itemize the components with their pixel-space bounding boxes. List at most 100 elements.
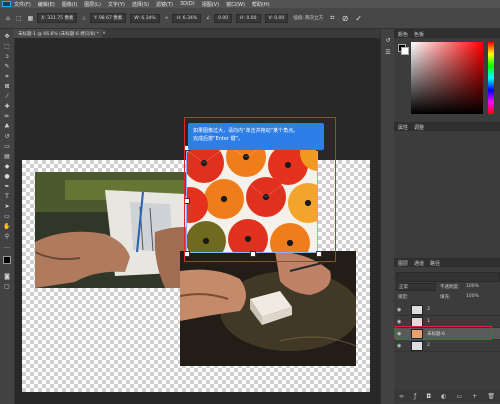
options-bar: ⌂ ⬚ ▦ X: 331.75 像素 △ Y: 98.67 像素 W: 6.34… bbox=[0, 8, 500, 29]
lasso-tool-icon[interactable]: ↄ bbox=[3, 53, 11, 61]
panel-background-swatch[interactable] bbox=[401, 47, 409, 55]
mask-icon[interactable]: ◘ bbox=[426, 393, 431, 400]
layer-name: 3 bbox=[427, 307, 430, 312]
marquee-tool-icon[interactable]: ⬚ bbox=[3, 43, 11, 51]
opacity-value[interactable]: 100% bbox=[466, 284, 479, 289]
eyedropper-tool-icon[interactable]: ⁄ bbox=[3, 93, 11, 101]
layer-thumbnail bbox=[411, 340, 423, 351]
screen-mode-icon[interactable]: ▢ bbox=[3, 283, 11, 291]
color-panel-header bbox=[394, 29, 500, 38]
color-picker-field[interactable] bbox=[411, 42, 483, 114]
menu-file[interactable]: 文件(F) bbox=[14, 1, 31, 8]
v-skew-field[interactable]: V: 0.00 bbox=[264, 13, 289, 23]
brush-tool-icon[interactable]: ✏ bbox=[3, 113, 11, 121]
pen-tool-icon[interactable]: ✒ bbox=[3, 183, 11, 191]
history-panel-icon[interactable]: ↺ bbox=[384, 37, 392, 45]
crop-tool-icon[interactable]: ⌗ bbox=[3, 73, 11, 81]
visibility-eye-icon[interactable]: ◉ bbox=[397, 307, 405, 313]
path-select-tool-icon[interactable]: ➤ bbox=[3, 203, 11, 211]
photo-hands-block bbox=[180, 251, 356, 366]
adjustment-layer-icon[interactable]: ◐ bbox=[441, 393, 446, 400]
hand-tool-icon[interactable]: ✋ bbox=[3, 223, 11, 231]
menu-view[interactable]: 视图(V) bbox=[202, 1, 219, 8]
layer-highlight-box bbox=[395, 326, 492, 340]
layer-name: 2 bbox=[427, 343, 430, 348]
more-tools-icon[interactable]: … bbox=[3, 243, 11, 251]
layer-row[interactable]: ◉ 2 bbox=[394, 340, 500, 352]
fx-icon[interactable]: ƒ bbox=[414, 393, 416, 400]
menu-image[interactable]: 图像(I) bbox=[62, 1, 77, 8]
commit-transform-icon[interactable]: ✓ bbox=[355, 14, 362, 23]
eraser-tool-icon[interactable]: ▭ bbox=[3, 143, 11, 151]
tab-adjustments[interactable]: 调整 bbox=[414, 124, 424, 131]
angle-icon: ∠ bbox=[206, 15, 211, 21]
chain-icon[interactable]: ∞ bbox=[165, 16, 169, 21]
clone-stamp-tool-icon[interactable]: ♣ bbox=[3, 123, 11, 131]
opacity-label: 不透明度: bbox=[440, 285, 460, 290]
type-tool-icon[interactable]: T bbox=[3, 193, 11, 201]
height-field[interactable]: H: 6.34% bbox=[172, 13, 202, 23]
menu-filter[interactable]: 滤镜(T) bbox=[156, 1, 173, 8]
new-layer-icon[interactable]: + bbox=[472, 393, 477, 400]
home-icon[interactable]: ⌂ bbox=[6, 15, 10, 22]
angle-field[interactable]: 0.00 bbox=[214, 13, 233, 23]
quick-select-tool-icon[interactable]: ✎ bbox=[3, 63, 11, 71]
layer-name: 1 bbox=[427, 319, 430, 324]
menu-window[interactable]: 窗口(W) bbox=[226, 1, 245, 8]
blur-tool-icon[interactable]: ◆ bbox=[3, 163, 11, 171]
menu-help[interactable]: 帮助(H) bbox=[252, 1, 270, 8]
h-skew-field[interactable]: H: 0.00 bbox=[236, 13, 261, 23]
layers-panel-header bbox=[394, 258, 500, 267]
close-tab-icon[interactable]: × bbox=[102, 31, 106, 36]
menu-bar: 文件(F) 编辑(E) 图像(I) 图层(L) 文字(Y) 选择(S) 滤镜(T… bbox=[0, 0, 500, 8]
document-tab[interactable]: 未标题-1 @ 66.6% (未标题-6 拷贝/8) * × bbox=[14, 29, 106, 38]
tools-panel: ✥ ⬚ ↄ ✎ ⌗ ⊠ ⁄ ✚ ✏ ♣ ↺ ▭ ▤ ◆ ● ✒ T ➤ ▭ ✋ … bbox=[0, 29, 15, 404]
y-field[interactable]: Y: 98.67 像素 bbox=[89, 13, 127, 23]
adjust-panel-icon[interactable]: ☰ bbox=[384, 49, 392, 57]
cancel-transform-icon[interactable]: ⊘ bbox=[342, 14, 349, 23]
interpolation-select[interactable]: 插值: 两次立方 bbox=[293, 15, 323, 21]
tab-paths[interactable]: 路径 bbox=[430, 260, 440, 267]
tab-color[interactable]: 颜色 bbox=[398, 31, 408, 38]
menu-type[interactable]: 文字(Y) bbox=[108, 1, 125, 8]
photoshop-logo bbox=[2, 1, 11, 7]
menu-select[interactable]: 选择(S) bbox=[132, 1, 149, 8]
move-tool-icon[interactable]: ✥ bbox=[3, 33, 11, 41]
group-icon[interactable]: ▭ bbox=[456, 393, 462, 400]
visibility-eye-icon[interactable]: ◉ bbox=[397, 319, 405, 325]
hue-slider[interactable] bbox=[488, 42, 494, 114]
frame-tool-icon[interactable]: ⊠ bbox=[3, 83, 11, 91]
menu-3d[interactable]: 3D(D) bbox=[180, 1, 195, 7]
quick-mask-icon[interactable]: ◙ bbox=[3, 273, 11, 281]
width-field[interactable]: W: 6.34% bbox=[130, 13, 160, 23]
rectangle-tool-icon[interactable]: ▭ bbox=[3, 213, 11, 221]
delete-layer-icon[interactable]: 🗑 bbox=[487, 393, 495, 400]
warp-icon[interactable]: ⌗ bbox=[330, 13, 335, 23]
tab-properties[interactable]: 属性 bbox=[398, 124, 408, 131]
tab-swatches[interactable]: 色板 bbox=[414, 31, 424, 38]
layer-thumbnail bbox=[411, 304, 423, 315]
menu-edit[interactable]: 编辑(E) bbox=[38, 1, 55, 8]
x-field[interactable]: X: 331.75 像素 bbox=[37, 13, 78, 23]
blend-mode-select[interactable]: 正常 bbox=[396, 283, 436, 291]
visibility-eye-icon[interactable]: ◉ bbox=[397, 343, 405, 349]
properties-panel-header bbox=[394, 122, 500, 131]
fill-label: 填充: bbox=[440, 295, 451, 300]
tab-channels[interactable]: 通道 bbox=[414, 260, 424, 267]
zoom-tool-icon[interactable]: ⚲ bbox=[3, 233, 11, 241]
gradient-tool-icon[interactable]: ▤ bbox=[3, 153, 11, 161]
annotation-highlight-box bbox=[184, 117, 336, 262]
link-layers-icon[interactable]: ∞ bbox=[399, 393, 404, 400]
fill-value[interactable]: 100% bbox=[466, 294, 479, 299]
reference-point-icon[interactable]: ▦ bbox=[27, 15, 33, 22]
layer-filter-bar[interactable] bbox=[396, 272, 500, 282]
document-tab-label: 未标题-1 @ 66.6% (未标题-6 拷贝/8) * bbox=[18, 31, 100, 37]
menu-layer[interactable]: 图层(L) bbox=[84, 1, 101, 8]
tab-layers[interactable]: 图层 bbox=[398, 260, 408, 267]
dodge-tool-icon[interactable]: ● bbox=[3, 173, 11, 181]
link-icon[interactable]: △ bbox=[82, 16, 85, 21]
healing-brush-tool-icon[interactable]: ✚ bbox=[3, 103, 11, 111]
layer-row[interactable]: ◉ 3 bbox=[394, 304, 500, 316]
foreground-color-swatch[interactable] bbox=[3, 256, 11, 264]
history-brush-tool-icon[interactable]: ↺ bbox=[3, 133, 11, 141]
